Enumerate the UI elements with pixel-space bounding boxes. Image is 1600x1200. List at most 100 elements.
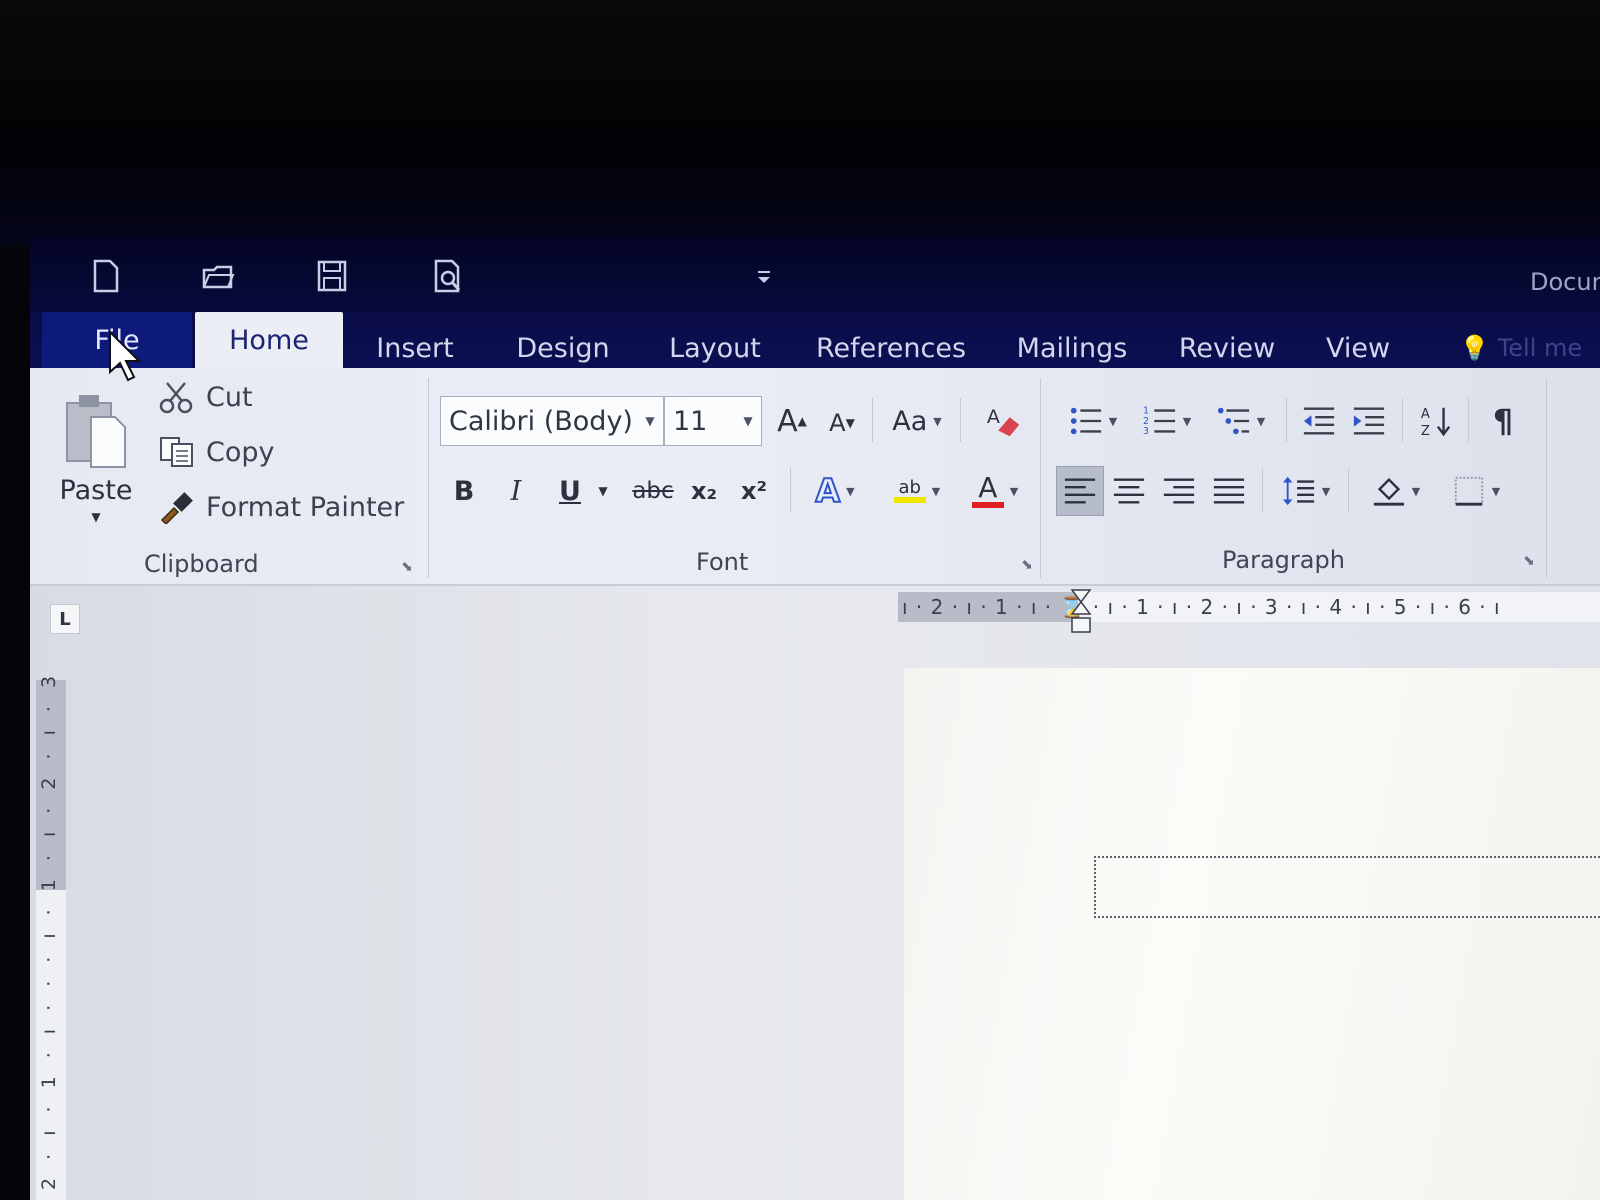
tab-design[interactable]: Design [500,322,626,374]
scissors-icon [159,382,193,414]
multilevel-list-button[interactable]: ▼ [1206,398,1276,444]
font-color-label: A [978,471,998,504]
cut-button[interactable]: Cut [158,380,253,414]
underline-dropdown-arrow[interactable]: ▼ [592,468,614,514]
shrink-font-icon: A [829,409,846,437]
tab-references[interactable]: References [806,322,976,374]
paragraph-divider [1348,468,1349,512]
tell-me-box[interactable]: 💡 Tell me [1446,322,1596,374]
borders-button[interactable]: ▼ [1442,468,1510,514]
align-right-button[interactable] [1156,468,1202,514]
font-size-combo[interactable]: 11 ▼ [664,396,762,446]
font-divider [960,398,961,442]
svg-text:A: A [1421,407,1430,422]
text-effects-button[interactable]: A ▼ [802,468,868,514]
group-divider [1546,378,1547,578]
center-button[interactable] [1106,468,1152,514]
tell-me-label: Tell me [1497,334,1583,362]
clear-formatting-button[interactable]: A [980,398,1028,444]
svg-text:Z: Z [1421,424,1430,438]
font-name-combo[interactable]: Calibri (Body) ▼ [440,396,664,446]
ribbon-tabs: File Home Insert Design Layout Reference… [30,312,1600,374]
underline-button[interactable]: U [548,468,592,514]
paste-button[interactable]: Paste ▼ [54,382,138,532]
tab-view[interactable]: View [1314,322,1402,374]
copy-button[interactable]: Copy [158,435,275,469]
document-page[interactable] [904,668,1600,1200]
justify-button[interactable] [1206,468,1252,514]
tab-layout[interactable]: Layout [654,322,776,374]
line-spacing-icon [1282,476,1314,506]
numbering-button[interactable]: 1 2 3 ▼ [1132,398,1202,444]
sort-button[interactable]: AZ [1412,398,1460,444]
svg-text:A: A [987,406,1000,428]
font-color-button[interactable]: A ▼ [960,468,1030,514]
paragraph-divider [1402,398,1403,442]
highlight-swatch [893,497,926,503]
bullets-button[interactable]: ▼ [1056,398,1130,444]
horizontal-ruler[interactable]: ı · 2 · ı · 1 · ı · ⌛ · ı · 1 · ı · 2 · … [898,592,1600,622]
document-title: Docun [1530,268,1600,296]
paragraph-divider [1262,468,1263,512]
highlight-icon: ab [893,479,926,503]
svg-text:3: 3 [1143,426,1149,437]
multilevel-list-icon [1217,407,1249,435]
save-icon[interactable] [310,256,354,296]
grow-font-button[interactable]: A ▲ [770,398,814,444]
sort-az-icon: AZ [1421,407,1451,438]
change-case-button[interactable]: Aa ▼ [882,398,952,444]
font-group-label: Font [696,548,749,576]
decrease-indent-icon [1303,407,1335,435]
shading-button[interactable]: ▼ [1358,468,1434,514]
superscript-button[interactable]: x² [734,468,774,514]
paste-dropdown-arrow[interactable]: ▼ [91,510,100,524]
cut-label: Cut [206,381,253,413]
align-left-icon [1064,478,1096,504]
numbered-list-icon: 123 [1143,405,1175,437]
tab-selector[interactable]: L [50,604,80,634]
tab-review[interactable]: Review [1170,322,1284,374]
subscript-button[interactable]: x₂ [684,468,724,514]
font-size-dropdown-arrow[interactable]: ▼ [735,414,761,428]
paintbrush-icon [160,492,193,524]
highlight-button[interactable]: ab ▼ [882,468,952,514]
vertical-ruler[interactable]: 2 · ı · 1 · ı · · · ı · 1 · ı · 2 · ı · … [36,670,66,1200]
align-center-icon [1113,478,1145,504]
paragraph-divider [1468,398,1469,442]
paragraph-launcher-icon[interactable]: ⬊ [1520,552,1538,570]
customize-toolbar-icon[interactable] [742,256,786,296]
align-left-button[interactable] [1056,466,1104,516]
increase-indent-button[interactable] [1346,398,1392,444]
show-marks-button[interactable]: ¶ [1480,398,1526,444]
open-folder-icon[interactable] [196,256,240,296]
font-launcher-icon[interactable]: ⬊ [1018,556,1036,574]
tab-insert[interactable]: Insert [360,322,470,374]
italic-button[interactable]: I [496,468,536,514]
font-divider [790,468,791,512]
change-case-label: Aa [892,405,928,437]
increase-indent-icon [1353,407,1385,435]
indent-marker-icon[interactable] [1070,588,1092,634]
line-spacing-button[interactable]: ▼ [1272,468,1340,514]
font-name-value: Calibri (Body) [449,405,633,437]
grow-font-icon: A [777,403,798,439]
format-painter-button[interactable]: Format Painter [158,490,404,524]
decrease-indent-button[interactable] [1296,398,1342,444]
strikethrough-button[interactable]: abc [628,468,678,514]
new-document-icon[interactable] [84,256,128,296]
paint-bucket-icon [1373,477,1404,506]
tab-mailings[interactable]: Mailings [1002,322,1142,374]
font-name-dropdown-arrow[interactable]: ▼ [637,414,663,428]
mouse-pointer-icon [109,330,142,382]
lightbulb-icon: 💡 [1459,334,1490,362]
bold-button[interactable]: B [444,468,484,514]
group-divider [428,378,429,578]
print-preview-icon[interactable] [426,256,470,296]
group-divider [1040,378,1041,578]
clipboard-launcher-icon[interactable]: ⬊ [398,558,416,576]
shrink-font-button[interactable]: A ▼ [820,400,864,446]
copy-icon [160,437,193,467]
text-boundary[interactable] [1094,856,1600,918]
tab-home[interactable]: Home [195,312,343,368]
borders-icon [1454,476,1483,506]
